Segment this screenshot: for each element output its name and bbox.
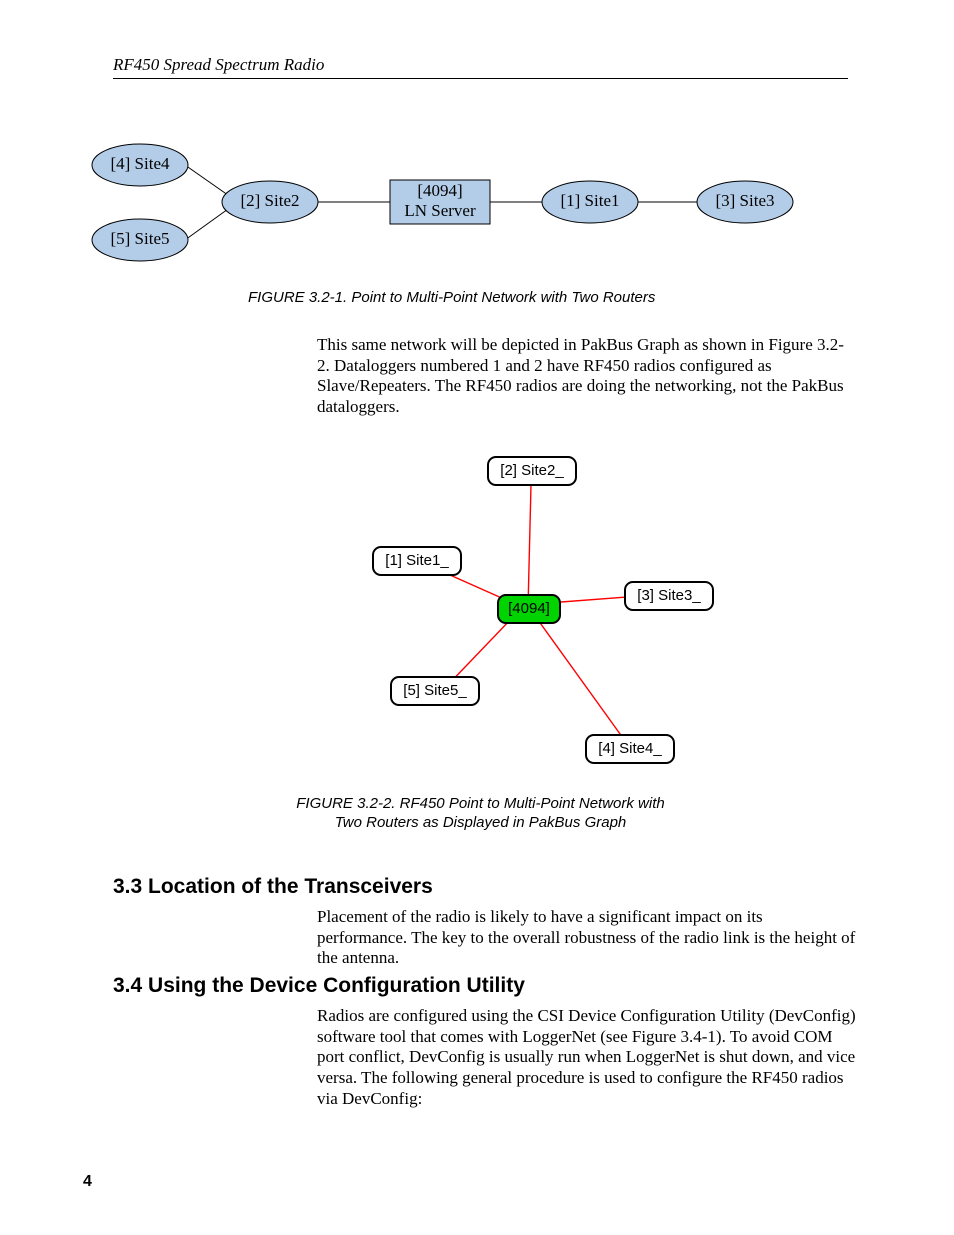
heading-3-4: 3.4 Using the Device Configuration Utili… — [113, 974, 525, 998]
figure-3-2-1: [4] Site4 [5] Site5 [2] Site2 [4094] LN … — [80, 130, 880, 275]
node-server-bottom: LN Server — [404, 201, 476, 220]
figure-3-2-2-caption-line1: FIGURE 3.2-2. RF450 Point to Multi-Point… — [113, 795, 848, 812]
node-site1: [1] Site1 — [560, 191, 619, 210]
header-rule — [113, 78, 848, 79]
node-site2: [2] Site2 — [240, 191, 299, 210]
section-3-4-body: Radios are configured using the CSI Devi… — [317, 1006, 857, 1110]
node-site5: [5] Site5 — [110, 229, 169, 248]
figure-3-2-2: [4094] [2] Site2_ [1] Site1_ [3] Site3_ … — [373, 445, 733, 775]
section-3-3-body: Placement of the radio is likely to have… — [317, 907, 857, 969]
node-site4: [4] Site4 — [110, 154, 170, 173]
node2-site1: [1] Site1_ — [385, 552, 449, 569]
node2-site3: [3] Site3_ — [637, 587, 701, 604]
page-number: 4 — [83, 1173, 92, 1191]
heading-3-3: 3.3 Location of the Transceivers — [113, 875, 433, 899]
figure-3-2-2-caption-line2: Two Routers as Displayed in PakBus Graph — [113, 814, 848, 831]
node2-center: [4094] — [508, 600, 550, 617]
page: RF450 Spread Spectrum Radio [4] Site4 [5… — [0, 0, 954, 1235]
page-header: RF450 Spread Spectrum Radio — [113, 55, 324, 75]
node-server-top: [4094] — [417, 181, 462, 200]
node2-site4: [4] Site4_ — [598, 740, 662, 757]
paragraph-1: This same network will be depicted in Pa… — [317, 335, 852, 418]
figure-3-2-1-caption: FIGURE 3.2-1. Point to Multi-Point Netwo… — [113, 289, 954, 306]
node2-site5: [5] Site5_ — [403, 682, 467, 699]
node-site3: [3] Site3 — [715, 191, 774, 210]
node2-site2: [2] Site2_ — [500, 462, 564, 479]
